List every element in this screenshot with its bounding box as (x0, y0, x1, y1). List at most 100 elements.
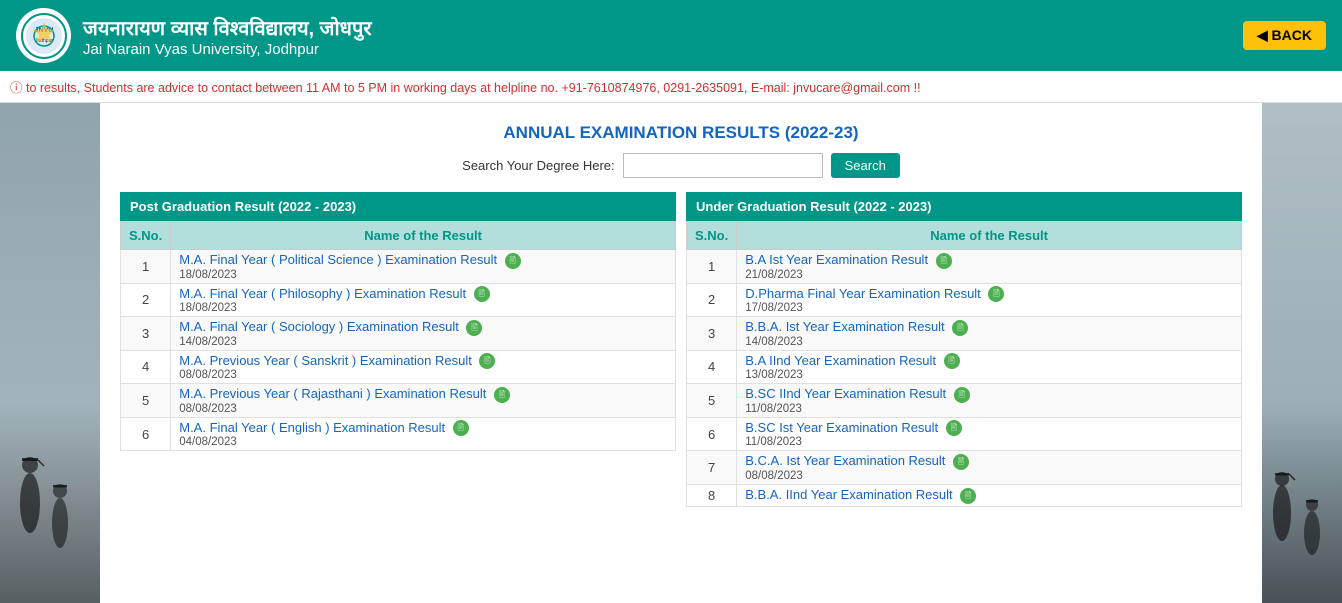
sno-cell: 6 (687, 417, 737, 451)
result-date: 18/08/2023 (179, 302, 667, 314)
table-row: 1 M.A. Final Year ( Political Science ) … (121, 250, 676, 284)
search-input[interactable] (623, 153, 823, 178)
result-name-cell: B.B.A. IInd Year Examination Result 🖹 (737, 484, 1242, 506)
table-row: 1 B.A Ist Year Examination Result 🖹 21/0… (687, 250, 1242, 284)
result-name-cell: M.A. Final Year ( Sociology ) Examinatio… (171, 317, 676, 351)
sno-cell: 4 (121, 350, 171, 384)
table-row: 5 M.A. Previous Year ( Rajasthani ) Exam… (121, 384, 676, 418)
sno-cell: 7 (687, 451, 737, 485)
table-row: 6 B.SC Ist Year Examination Result 🖹 11/… (687, 417, 1242, 451)
ticker-text: ⓘ to results, Students are advice to con… (10, 81, 921, 95)
result-name-cell: B.A Ist Year Examination Result 🖹 21/08/… (737, 250, 1242, 284)
new-icon: 🖹 (960, 488, 976, 504)
pg-col-name: Name of the Result (171, 222, 676, 250)
sno-cell: 3 (121, 317, 171, 351)
result-name-cell: B.SC IInd Year Examination Result 🖹 11/0… (737, 384, 1242, 418)
result-link[interactable]: M.A. Final Year ( Sociology ) Examinatio… (179, 319, 667, 336)
result-link[interactable]: B.B.A. IInd Year Examination Result 🖹 (745, 487, 1233, 504)
header-left: JNVU Jodhpur जयनारायण व्यास विश्वविद्याल… (16, 8, 372, 63)
result-name-cell: D.Pharma Final Year Examination Result 🖹… (737, 283, 1242, 317)
result-link[interactable]: M.A. Final Year ( Philosophy ) Examinati… (179, 286, 667, 303)
result-date: 04/08/2023 (179, 436, 667, 448)
ug-col-name: Name of the Result (737, 222, 1242, 250)
header: JNVU Jodhpur जयनारायण व्यास विश्वविद्याल… (0, 0, 1342, 71)
sno-cell: 2 (687, 283, 737, 317)
result-link[interactable]: B.B.A. Ist Year Examination Result 🖹 (745, 319, 1233, 336)
pg-section: Post Graduation Result (2022 - 2023) S.N… (120, 192, 676, 451)
search-button[interactable]: Search (831, 153, 900, 178)
university-logo: JNVU Jodhpur (16, 8, 71, 63)
result-link[interactable]: D.Pharma Final Year Examination Result 🖹 (745, 286, 1233, 303)
search-label: Search Your Degree Here: (462, 158, 614, 173)
result-name-cell: M.A. Final Year ( English ) Examination … (171, 417, 676, 451)
new-icon: 🖹 (988, 286, 1004, 302)
sno-cell: 5 (121, 384, 171, 418)
sno-cell: 4 (687, 350, 737, 384)
sno-cell: 5 (687, 384, 737, 418)
new-icon: 🖹 (479, 353, 495, 369)
result-date: 21/08/2023 (745, 269, 1233, 281)
new-icon: 🖹 (944, 353, 960, 369)
result-name-cell: M.A. Final Year ( Political Science ) Ex… (171, 250, 676, 284)
pg-table: S.No. Name of the Result 1 M.A. Final Ye… (120, 221, 676, 451)
result-date: 14/08/2023 (179, 336, 667, 348)
table-row: 6 M.A. Final Year ( English ) Examinatio… (121, 417, 676, 451)
result-date: 14/08/2023 (745, 336, 1233, 348)
university-name-hindi: जयनारायण व्यास विश्वविद्यालय, जोधपुर (83, 14, 372, 41)
result-date: 08/08/2023 (179, 369, 667, 381)
result-name-cell: B.SC Ist Year Examination Result 🖹 11/08… (737, 417, 1242, 451)
result-link[interactable]: M.A. Final Year ( Political Science ) Ex… (179, 252, 667, 269)
main-content: ANNUAL EXAMINATION RESULTS (2022-23) Sea… (0, 103, 1342, 603)
new-icon: 🖹 (953, 454, 969, 470)
result-link[interactable]: B.A Ist Year Examination Result 🖹 (745, 252, 1233, 269)
university-name: जयनारायण व्यास विश्वविद्यालय, जोधपुर Jai… (83, 14, 372, 58)
new-icon: 🖹 (946, 420, 962, 436)
new-icon: 🖹 (505, 253, 521, 269)
new-icon: 🖹 (466, 320, 482, 336)
new-icon: 🖹 (954, 387, 970, 403)
ticker-bar: ⓘ to results, Students are advice to con… (0, 71, 1342, 103)
result-date: 08/08/2023 (745, 470, 1233, 482)
result-name-cell: B.A IInd Year Examination Result 🖹 13/08… (737, 350, 1242, 384)
sno-cell: 2 (121, 283, 171, 317)
result-name-cell: M.A. Previous Year ( Sanskrit ) Examinat… (171, 350, 676, 384)
table-row: 4 B.A IInd Year Examination Result 🖹 13/… (687, 350, 1242, 384)
table-row: 5 B.SC IInd Year Examination Result 🖹 11… (687, 384, 1242, 418)
new-icon: 🖹 (936, 253, 952, 269)
table-row: 7 B.C.A. Ist Year Examination Result 🖹 0… (687, 451, 1242, 485)
side-image-left (0, 103, 100, 603)
result-link[interactable]: M.A. Final Year ( English ) Examination … (179, 420, 667, 437)
result-name-cell: M.A. Final Year ( Philosophy ) Examinati… (171, 283, 676, 317)
university-name-english: Jai Narain Vyas University, Jodhpur (83, 41, 372, 58)
new-icon: 🖹 (494, 387, 510, 403)
page-title: ANNUAL EXAMINATION RESULTS (2022-23) (120, 123, 1242, 143)
tables-wrapper: Post Graduation Result (2022 - 2023) S.N… (120, 192, 1242, 507)
result-date: 13/08/2023 (745, 369, 1233, 381)
result-name-cell: M.A. Previous Year ( Rajasthani ) Examin… (171, 384, 676, 418)
result-name-cell: B.C.A. Ist Year Examination Result 🖹 08/… (737, 451, 1242, 485)
result-link[interactable]: B.SC IInd Year Examination Result 🖹 (745, 386, 1233, 403)
new-icon: 🖹 (952, 320, 968, 336)
back-button[interactable]: ◀ BACK (1243, 21, 1326, 50)
table-row: 2 D.Pharma Final Year Examination Result… (687, 283, 1242, 317)
side-image-right (1262, 103, 1342, 603)
result-link[interactable]: M.A. Previous Year ( Sanskrit ) Examinat… (179, 353, 667, 370)
sno-cell: 1 (687, 250, 737, 284)
ug-col-sno: S.No. (687, 222, 737, 250)
ug-section: Under Graduation Result (2022 - 2023) S.… (686, 192, 1242, 507)
table-row: 2 M.A. Final Year ( Philosophy ) Examina… (121, 283, 676, 317)
result-date: 18/08/2023 (179, 269, 667, 281)
ug-section-header: Under Graduation Result (2022 - 2023) (686, 192, 1242, 221)
result-link[interactable]: B.C.A. Ist Year Examination Result 🖹 (745, 453, 1233, 470)
result-link[interactable]: B.A IInd Year Examination Result 🖹 (745, 353, 1233, 370)
pg-col-sno: S.No. (121, 222, 171, 250)
sno-cell: 1 (121, 250, 171, 284)
sno-cell: 3 (687, 317, 737, 351)
result-date: 17/08/2023 (745, 302, 1233, 314)
content-area: ANNUAL EXAMINATION RESULTS (2022-23) Sea… (100, 103, 1262, 603)
result-link[interactable]: M.A. Previous Year ( Rajasthani ) Examin… (179, 386, 667, 403)
result-link[interactable]: B.SC Ist Year Examination Result 🖹 (745, 420, 1233, 437)
sno-cell: 8 (687, 484, 737, 506)
table-row: 4 M.A. Previous Year ( Sanskrit ) Examin… (121, 350, 676, 384)
search-row: Search Your Degree Here: Search (120, 153, 1242, 178)
